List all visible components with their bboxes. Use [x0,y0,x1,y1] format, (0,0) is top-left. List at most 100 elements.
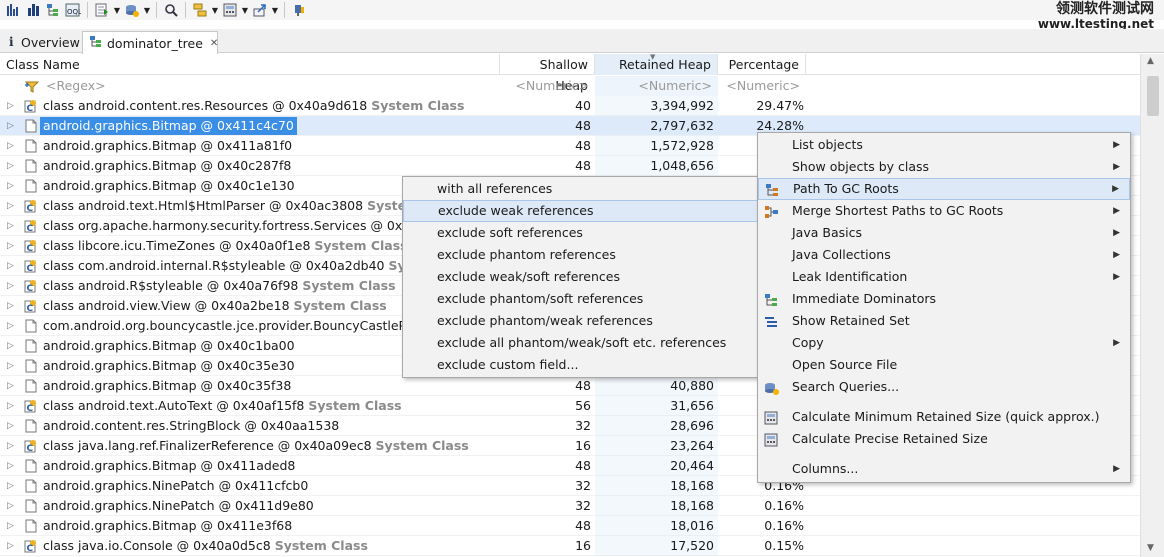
submenu-item-exclude-all-phantom-weak-soft-etc-references[interactable]: exclude all phantom/weak/soft etc. refer… [403,332,759,354]
retained-filter-input[interactable]: <Numeric> [595,76,718,96]
class-name-cell: android.graphics.Bitmap @ 0x411e3f68 [40,517,295,535]
percentage-filter-input[interactable]: <Numeric> [718,76,806,96]
histogram-icon[interactable] [3,1,23,19]
expand-arrow-icon[interactable]: ▷ [7,216,17,236]
submenu-item-exclude-soft-references[interactable]: exclude soft references [403,222,759,244]
svg-text:C: C [27,244,34,253]
menu-item-label: Java Basics [792,225,862,240]
expand-arrow-icon[interactable]: ▷ [7,156,17,176]
expand-arrow-icon[interactable]: ▷ [7,176,17,196]
table-row[interactable]: ▷ android.graphics.Bitmap @ 0x411e3f68 48 1… [0,516,1140,536]
menu-item-path-to-gc-roots[interactable]: Path To GC Roots ▶ [758,178,1130,200]
expand-arrow-icon[interactable]: ▷ [7,276,17,296]
column-header-shallow-heap[interactable]: Shallow Heap [500,54,595,93]
expand-arrow-icon[interactable]: ▷ [7,256,17,276]
class-name-cell: class libcore.icu.TimeZones @ 0x40a0f1e8… [40,237,411,255]
object-name: class android.content.res.Resources @ 0x… [43,98,368,113]
chevron-down-icon[interactable]: ▼ [210,1,220,19]
scroll-up-icon[interactable]: ▲ [1147,56,1154,66]
scroll-down-icon[interactable]: ▼ [1147,543,1154,553]
expand-arrow-icon[interactable]: ▷ [7,396,17,416]
expand-arrow-icon[interactable]: ▷ [7,116,17,136]
menu-item-calculate-precise-retained-size[interactable]: Calculate Precise Retained Size [758,428,1130,450]
table-row[interactable]: ▷ android.graphics.NinePatch @ 0x411d9e80… [0,496,1140,516]
run-report-icon[interactable] [92,1,112,19]
expand-arrow-icon[interactable]: ▷ [7,356,17,376]
tab-overview[interactable]: i Overview [2,31,82,53]
menu-item-calculate-minimum-retained-size-quick-approx[interactable]: Calculate Minimum Retained Size (quick a… [758,406,1130,428]
submenu-item-label: exclude all phantom/weak/soft etc. refer… [437,335,727,350]
menu-item-java-basics[interactable]: Java Basics ▶ [758,222,1130,244]
scrollbar-thumb[interactable] [1147,76,1159,116]
tab-dominator-tree[interactable]: dominator_tree ✕ [82,31,218,54]
expand-arrow-icon[interactable]: ▷ [7,196,17,216]
expand-arrow-icon[interactable]: ▷ [7,296,17,316]
pin-icon[interactable] [289,1,309,19]
expand-arrow-icon[interactable]: ▷ [7,536,17,556]
calculator-icon[interactable] [220,1,240,19]
menu-item-label: Search Queries... [792,379,900,394]
submenu-arrow-icon: ▶ [1113,206,1120,216]
column-header-class-name[interactable]: Class Name [0,54,500,75]
expand-arrow-icon[interactable]: ▷ [7,476,17,496]
expand-arrow-icon[interactable]: ▷ [7,336,17,356]
shallow-filter-input[interactable]: <Numeric> [500,76,595,96]
table-row[interactable]: ▷ Cclass android.content.res.Resources @ … [0,96,1140,116]
object-name: android.graphics.Bitmap @ 0x40c35f38 [43,378,292,393]
expand-arrow-icon[interactable]: ▷ [7,416,17,436]
menu-item-open-source-file[interactable]: Open Source File [758,354,1130,376]
menu-item-columns[interactable]: Columns... ▶ [758,458,1130,480]
submenu-item-exclude-phantom-soft-references[interactable]: exclude phantom/soft references [403,288,759,310]
query-browser-icon[interactable] [122,1,142,19]
column-header-retained-heap[interactable]: ▼ Retained Heap [595,53,718,75]
group-icon[interactable] [190,1,210,19]
submenu-item-exclude-custom-field[interactable]: exclude custom field... [403,354,759,376]
menu-item-copy[interactable]: Copy ▶ [758,332,1130,354]
menu-item-search-queries[interactable]: Search Queries... [758,376,1130,398]
submenu-item-label: exclude weak/soft references [437,269,620,284]
submenu-item-exclude-phantom-references[interactable]: exclude phantom references [403,244,759,266]
submenu-item-exclude-weak-references[interactable]: exclude weak references [403,200,759,222]
expand-arrow-icon[interactable]: ▷ [7,236,17,256]
menu-item-list-objects[interactable]: List objects ▶ [758,134,1130,156]
class-icon: C [24,219,38,234]
bar-chart-icon[interactable] [23,1,43,19]
expand-arrow-icon[interactable]: ▷ [7,376,17,396]
chevron-down-icon[interactable]: ▼ [240,1,250,19]
menu-separator [758,450,1130,458]
vertical-scrollbar[interactable]: ▲ ▼ [1140,54,1164,557]
class-name-cell: android.graphics.Bitmap @ 0x40c1e130 [40,177,298,195]
search-icon[interactable] [161,1,181,19]
chevron-down-icon[interactable]: ▼ [112,1,122,19]
submenu-item-exclude-weak-soft-references[interactable]: exclude weak/soft references [403,266,759,288]
retained-heap-cell: 18,168 [595,496,718,516]
chevron-down-icon[interactable]: ▼ [142,1,152,19]
menu-item-show-retained-set[interactable]: Show Retained Set [758,310,1130,332]
menu-item-leak-identification[interactable]: Leak Identification ▶ [758,266,1130,288]
expand-arrow-icon[interactable]: ▷ [7,496,17,516]
table-row[interactable]: ▷ Cclass java.io.Console @ 0x40a0d5c8 Sys… [0,536,1140,556]
regex-filter-input[interactable]: <Regex> [24,76,494,96]
submenu-item-with-all-references[interactable]: with all references [403,178,759,200]
object-name: class org.apache.harmony.security.fortre… [43,218,433,233]
percentage-cell: 0.15% [764,538,804,553]
chevron-down-icon[interactable]: ▼ [270,1,280,19]
menu-item-java-collections[interactable]: Java Collections ▶ [758,244,1130,266]
expand-arrow-icon[interactable]: ▷ [7,436,17,456]
oql-icon[interactable]: OQL [63,1,83,19]
column-header-percentage[interactable]: Percentage [718,54,806,75]
expand-arrow-icon[interactable]: ▷ [7,316,17,336]
menu-item-immediate-dominators[interactable]: Immediate Dominators [758,288,1130,310]
expand-arrow-icon[interactable]: ▷ [7,516,17,536]
expand-arrow-icon[interactable]: ▷ [7,136,17,156]
retained-heap-cell: 20,464 [595,456,718,476]
export-icon[interactable] [250,1,270,19]
object-name: class android.R$styleable @ 0x40a76f98 [43,278,299,293]
menu-item-merge-shortest-paths-to-gc-roots[interactable]: Merge Shortest Paths to GC Roots ▶ [758,200,1130,222]
submenu-item-exclude-phantom-weak-references[interactable]: exclude phantom/weak references [403,310,759,332]
expand-arrow-icon[interactable]: ▷ [7,456,17,476]
close-icon[interactable]: ✕ [210,38,218,49]
expand-arrow-icon[interactable]: ▷ [7,96,17,116]
dominator-tree-icon[interactable] [43,1,63,19]
menu-item-show-objects-by-class[interactable]: Show objects by class ▶ [758,156,1130,178]
